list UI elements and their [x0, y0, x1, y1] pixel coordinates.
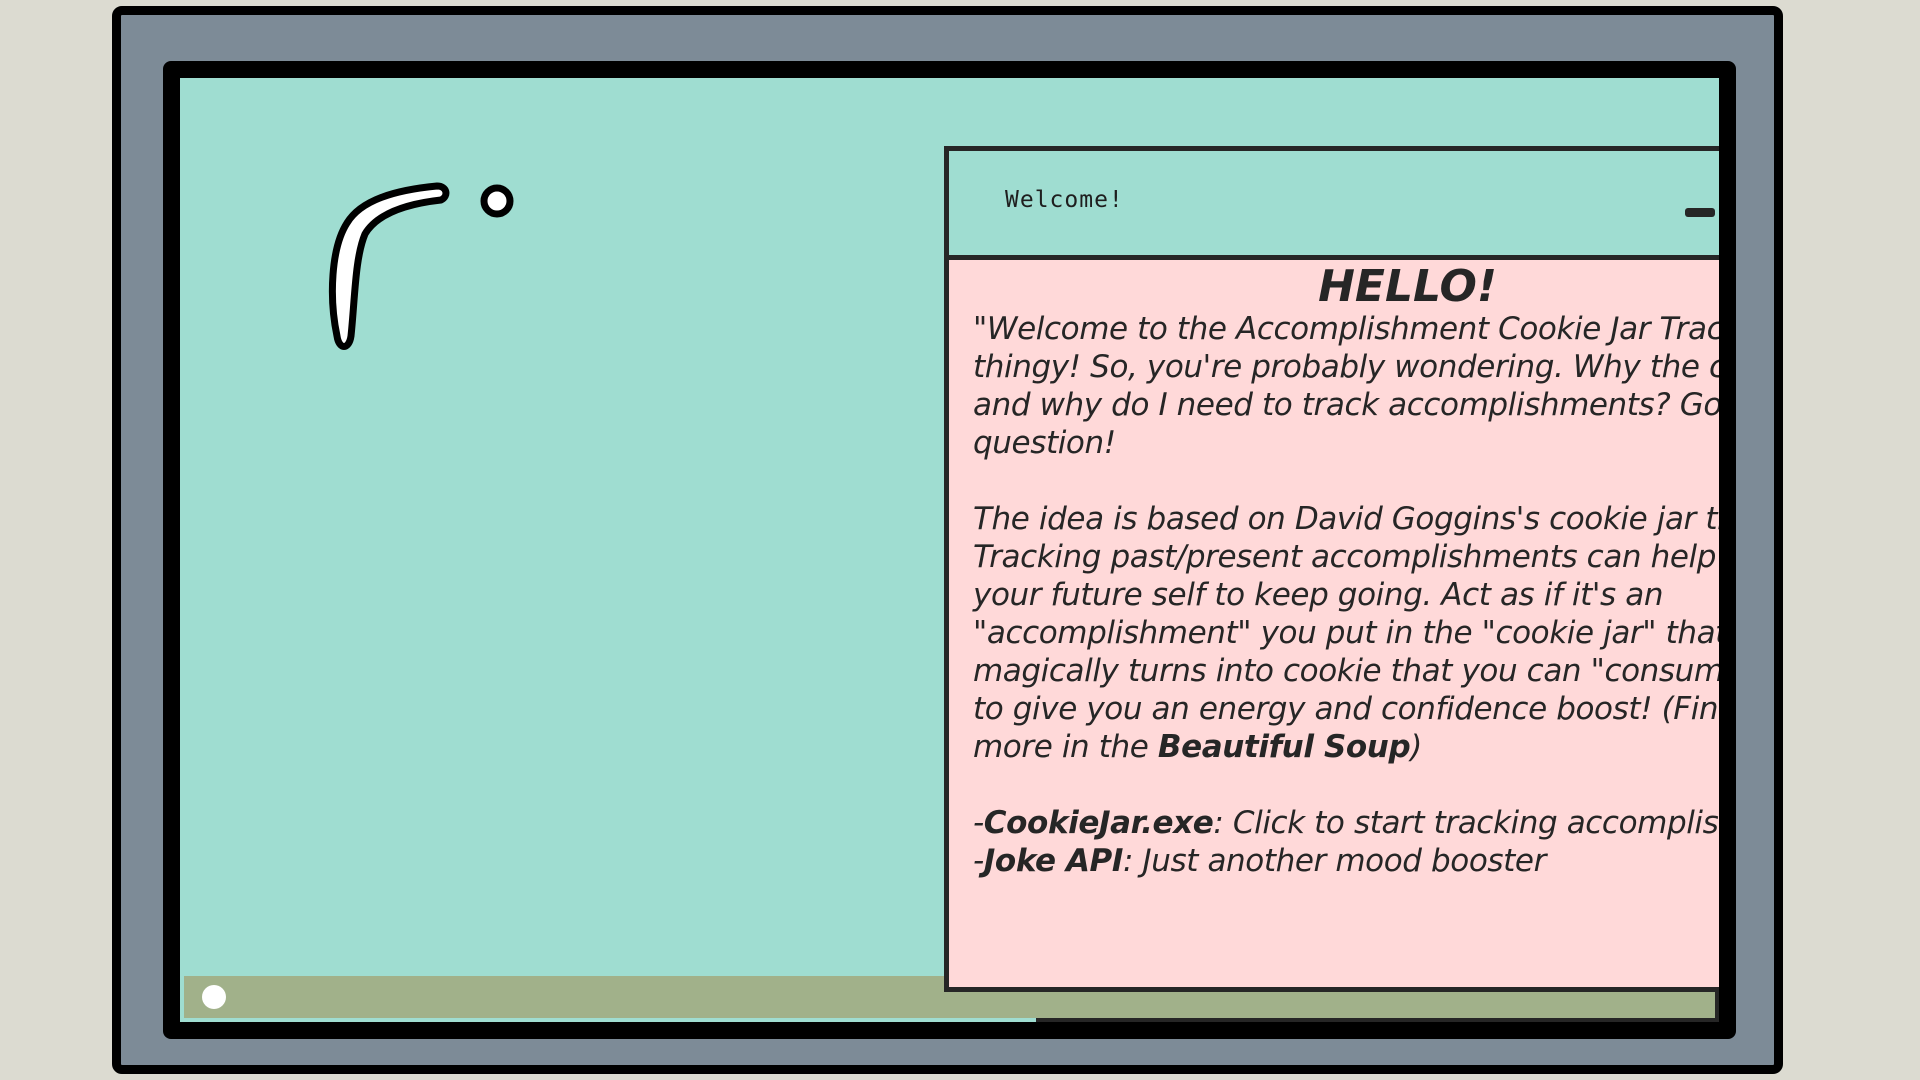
- intro-paragraph: "Welcome to the Accomplishment Cookie Ja…: [973, 311, 1719, 461]
- list-item-joke-api[interactable]: -Joke API: Just another mood booster: [973, 842, 1719, 880]
- joke-api-link[interactable]: Joke API: [984, 843, 1124, 879]
- doodle-icon: [328, 182, 514, 350]
- minimize-icon[interactable]: [1685, 208, 1715, 217]
- desktop: Welcome! HELLO! "Welcome to the Accompli: [180, 78, 1719, 1022]
- screen: Welcome! HELLO! "Welcome to the Accompli: [163, 61, 1736, 1039]
- monitor-bezel: Welcome! HELLO! "Welcome to the Accompli: [112, 6, 1783, 1074]
- theory-paragraph: The idea is based on David Goggins's coo…: [973, 501, 1719, 765]
- list-item-cookiejar[interactable]: -CookieJar.exe: Click to start tracking …: [973, 804, 1719, 842]
- page-title: HELLO!: [1318, 261, 1497, 312]
- beautiful-soup-link[interactable]: Beautiful Soup: [1158, 729, 1411, 765]
- window-titlebar[interactable]: Welcome!: [949, 151, 1719, 260]
- cookiejar-link[interactable]: CookieJar.exe: [984, 805, 1214, 841]
- window-title: Welcome!: [1005, 187, 1124, 213]
- welcome-window: Welcome! HELLO! "Welcome to the Accompli: [944, 146, 1719, 992]
- start-dot-icon[interactable]: [202, 985, 226, 1009]
- window-content: HELLO! "Welcome to the Accomplishment Co…: [973, 260, 1719, 987]
- stage: Welcome! HELLO! "Welcome to the Accompli: [0, 0, 1920, 1080]
